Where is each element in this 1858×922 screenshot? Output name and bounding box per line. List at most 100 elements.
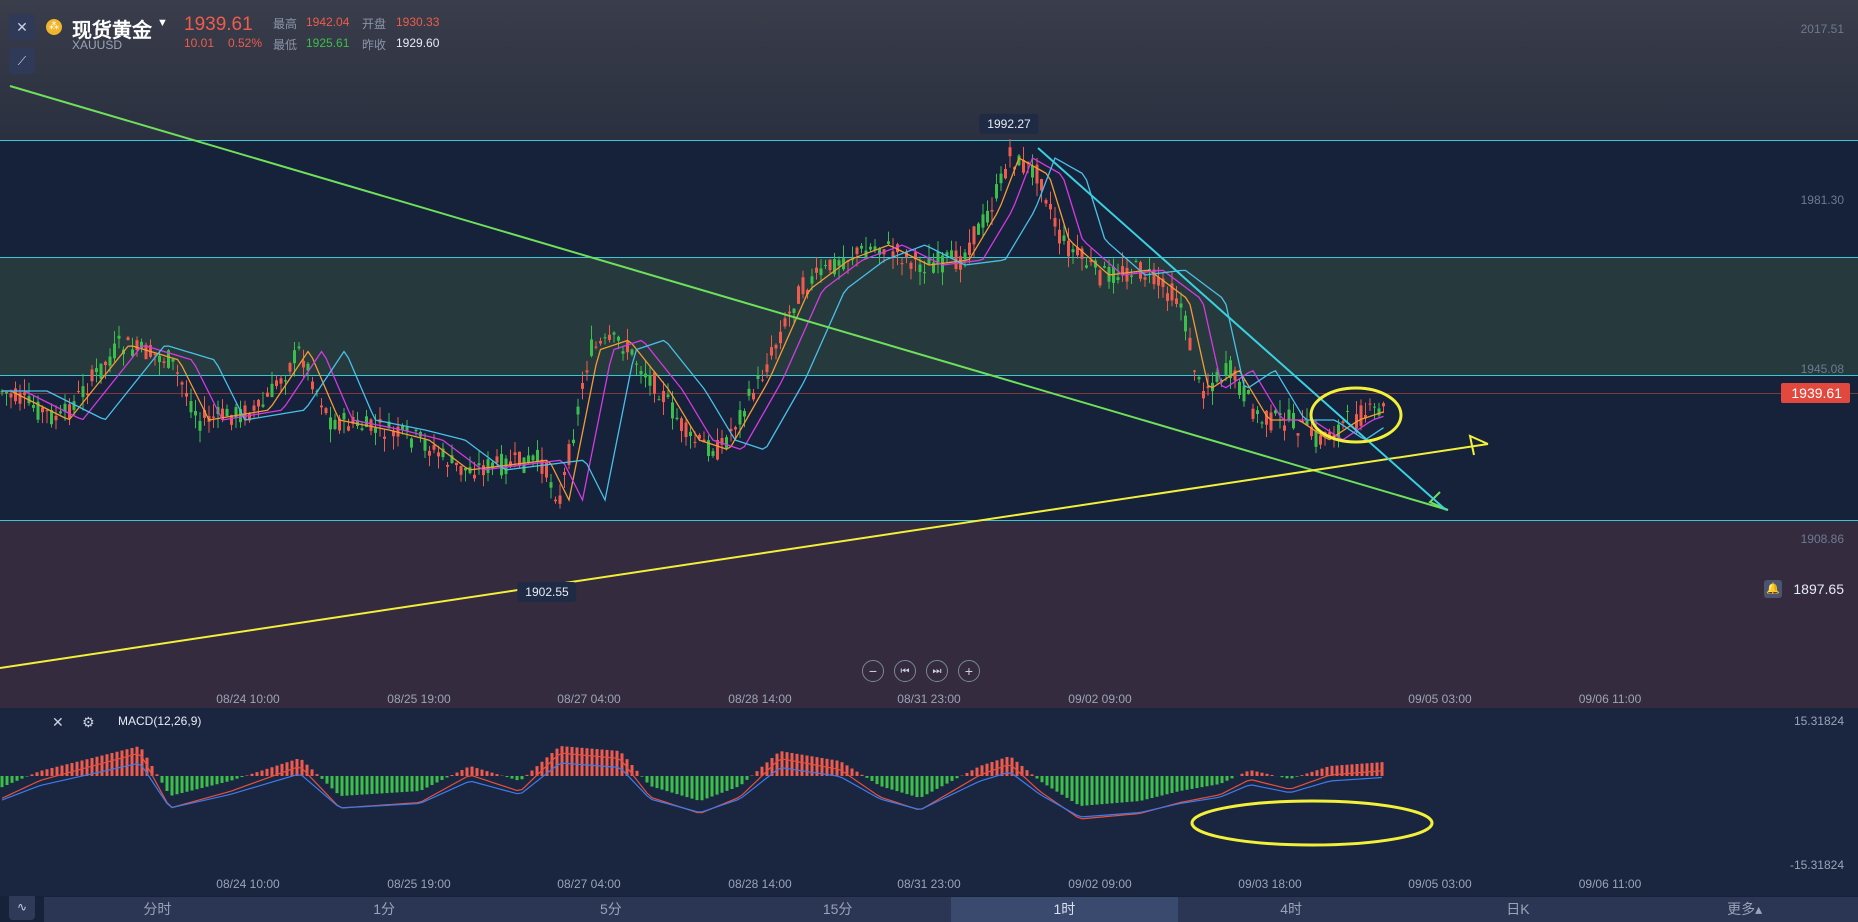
macd-bar	[1350, 764, 1354, 776]
macd-bar	[1085, 776, 1089, 806]
timeframe-tab[interactable]: 日K	[1405, 897, 1632, 922]
macd-bar	[790, 753, 794, 776]
macd-bar	[1325, 766, 1329, 776]
zoom-in-button[interactable]: +	[958, 660, 980, 682]
macd-bar	[645, 776, 649, 783]
macd-bar	[870, 776, 874, 781]
macd-bar	[130, 748, 134, 776]
macd-panel[interactable]: ✕ ⚙ MACD(12,26,9) 15.31824 -15.31824 08/…	[0, 708, 1858, 896]
macd-bar	[570, 747, 574, 776]
x-axis-label: 09/06 11:00	[1578, 692, 1642, 706]
macd-bar	[1285, 776, 1289, 779]
macd-bar	[785, 752, 789, 776]
macd-bar	[565, 746, 569, 776]
macd-bar	[900, 776, 904, 793]
macd-bar	[1190, 776, 1194, 789]
chevron-down-icon[interactable]: ▼	[157, 17, 168, 29]
macd-bar	[965, 772, 969, 776]
macd-bar	[445, 776, 449, 778]
macd-bar	[190, 776, 194, 791]
macd-bar	[475, 768, 479, 776]
macd-bar	[1370, 762, 1374, 776]
timeframe-tab[interactable]: 15分	[724, 897, 951, 922]
macd-bar	[1100, 776, 1104, 805]
macd-bar	[1295, 776, 1299, 777]
macd-bar	[270, 767, 274, 776]
macd-bar	[350, 776, 354, 796]
macd-bar	[1345, 764, 1349, 776]
macd-bar	[690, 776, 694, 799]
macd-bar	[800, 754, 804, 776]
macd-bar	[470, 766, 474, 776]
macd-bar	[325, 776, 329, 784]
macd-bar	[680, 776, 684, 796]
scroll-start-button[interactable]: ⏮	[894, 660, 916, 682]
macd-bar	[745, 776, 749, 780]
macd-bar	[235, 776, 239, 779]
macd-x-label: 09/06 11:00	[1578, 877, 1642, 891]
indicator-icon[interactable]: ∿	[9, 894, 35, 920]
macd-bar	[430, 776, 434, 785]
macd-bar	[1230, 776, 1234, 779]
macd-bar	[1375, 762, 1379, 776]
macd-bar	[370, 776, 374, 794]
macd-x-label: 09/03 18:00	[1238, 877, 1302, 891]
macd-bar	[365, 776, 369, 795]
macd-bar	[1290, 776, 1294, 779]
macd-bar	[925, 776, 929, 795]
macd-bar	[320, 776, 324, 779]
draw-line-icon[interactable]: ⟋	[9, 48, 35, 74]
bell-icon[interactable]: 🔔	[1764, 580, 1782, 598]
more-timeframes-button[interactable]: 更多▴	[1631, 897, 1858, 922]
macd-bar	[335, 776, 339, 794]
macd-bar	[390, 776, 394, 793]
macd-bar	[355, 776, 359, 795]
macd-bar	[1155, 776, 1159, 797]
macd-bar	[0, 776, 4, 788]
timeframe-tab[interactable]: 1分	[271, 897, 498, 922]
macd-bar	[1240, 773, 1244, 776]
macd-bar	[1255, 771, 1259, 776]
macd-bar	[990, 762, 994, 776]
timeframe-tab[interactable]: 5分	[498, 897, 725, 922]
macd-bar	[685, 776, 689, 798]
main-chart[interactable]: 1992.27 1902.55 2017.51 1981.30 1945.08 …	[0, 0, 1858, 708]
macd-bar	[640, 776, 644, 777]
macd-bar	[1110, 776, 1114, 804]
price-axis-label: 1981.30	[1800, 193, 1844, 207]
timeframe-tab-active[interactable]: 1时	[951, 897, 1178, 922]
macd-bar	[740, 776, 744, 785]
zoom-out-button[interactable]: −	[862, 660, 884, 682]
macd-bar	[310, 769, 314, 776]
macd-bar	[880, 776, 884, 787]
macd-bar	[110, 753, 114, 776]
timeframe-tab[interactable]: 4时	[1178, 897, 1405, 922]
scroll-end-button[interactable]: ⏭	[926, 660, 948, 682]
macd-bar	[1320, 768, 1324, 776]
macd-bar	[515, 776, 519, 781]
macd-bar	[55, 766, 59, 776]
macd-bar	[1180, 776, 1184, 791]
macd-bar	[1095, 776, 1099, 805]
timeframe-tab[interactable]: 分时	[44, 897, 271, 922]
macd-bar	[1050, 776, 1054, 789]
symbol-code: XAUUSD	[72, 38, 123, 52]
macd-x-label: 09/02 09:00	[1068, 877, 1132, 891]
macd-bar	[875, 776, 879, 785]
macd-bar	[140, 749, 144, 776]
macd-bar	[705, 776, 709, 799]
macd-bar	[1105, 776, 1109, 804]
macd-bar	[260, 770, 264, 776]
macd-bar	[1315, 770, 1319, 776]
macd-bar	[35, 772, 39, 776]
macd-bar	[1225, 776, 1229, 781]
macd-bar	[435, 776, 439, 783]
macd-bar	[380, 776, 384, 794]
macd-bar	[550, 753, 554, 776]
macd-bar	[420, 776, 424, 790]
macd-bar	[345, 776, 349, 796]
close-icon[interactable]: ✕	[9, 14, 35, 40]
price-change: 10.01	[184, 36, 215, 50]
macd-x-label: 08/27 04:00	[557, 877, 621, 891]
macd-bar	[730, 776, 734, 789]
